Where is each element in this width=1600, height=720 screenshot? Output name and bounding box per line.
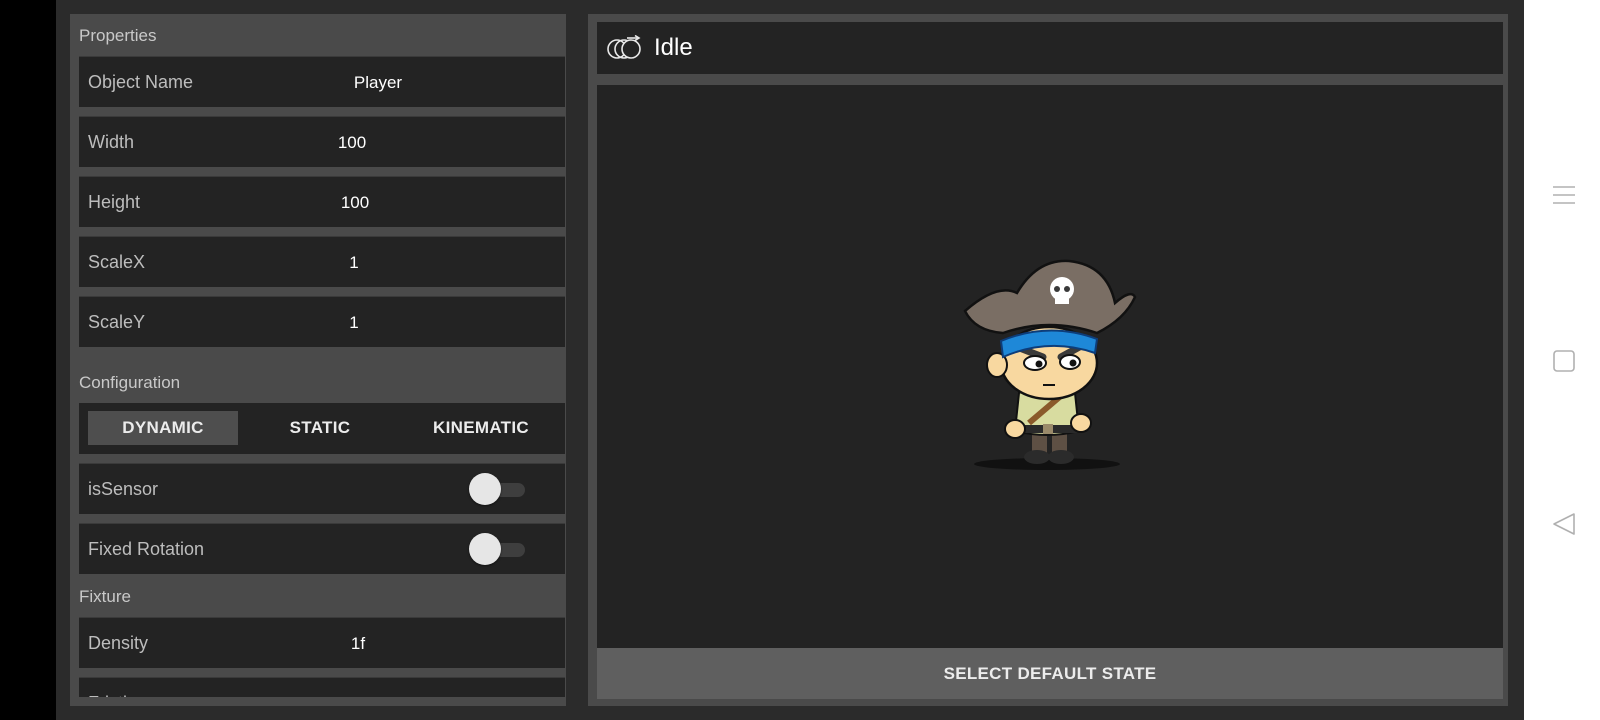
- is-sensor-row[interactable]: isSensor: [79, 463, 565, 514]
- screen-bezel: [0, 0, 56, 720]
- fixture-section-title: Fixture: [79, 587, 131, 606]
- toggle-thumb: [469, 473, 501, 505]
- friction-row[interactable]: Friction 0.2f: [79, 677, 565, 697]
- animation-state-name: Idle: [654, 34, 693, 61]
- scaley-label: ScaleY: [88, 312, 146, 332]
- fixed-rotation-toggle[interactable]: [469, 533, 525, 565]
- animation-state-header[interactable]: Idle: [597, 22, 1503, 74]
- scalex-field[interactable]: 1: [281, 237, 427, 288]
- density-label: Density: [88, 633, 149, 653]
- editor-app: Properties Object Name Player Width 100 …: [56, 0, 1524, 720]
- animation-preview: [597, 85, 1503, 648]
- object-name-label: Object Name: [88, 72, 194, 92]
- height-row[interactable]: Height 100: [79, 176, 565, 227]
- width-row[interactable]: Width 100: [79, 116, 565, 167]
- body-type-static-button[interactable]: STATIC: [245, 411, 395, 445]
- width-label: Width: [88, 132, 135, 152]
- scaley-row[interactable]: ScaleY 1: [79, 296, 565, 347]
- recents-icon[interactable]: [1552, 183, 1576, 207]
- width-field[interactable]: 100: [279, 117, 425, 168]
- properties-panel[interactable]: Properties Object Name Player Width 100 …: [70, 14, 566, 706]
- density-row[interactable]: Density 1f: [79, 617, 565, 668]
- object-name-row[interactable]: Object Name Player: [79, 56, 565, 107]
- system-navigation-bar: [1524, 0, 1600, 720]
- properties-section-title: Properties: [79, 26, 157, 45]
- body-type-dynamic-button[interactable]: DYNAMIC: [88, 411, 238, 445]
- scalex-row[interactable]: ScaleX 1: [79, 236, 565, 287]
- is-sensor-label: isSensor: [88, 479, 159, 499]
- select-default-state-button[interactable]: SELECT DEFAULT STATE: [597, 648, 1503, 699]
- pirate-character: [963, 259, 1137, 470]
- home-icon[interactable]: [1552, 349, 1576, 373]
- body-type-selector[interactable]: DYNAMIC STATIC KINEMATIC: [79, 403, 565, 454]
- animation-panel: Idle SELECT DEFAULT STATE: [588, 14, 1508, 706]
- height-label: Height: [88, 192, 141, 212]
- configuration-section-title: Configuration: [79, 373, 181, 392]
- is-sensor-toggle[interactable]: [469, 473, 525, 505]
- fixed-rotation-row[interactable]: Fixed Rotation: [79, 523, 565, 574]
- scalex-label: ScaleX: [88, 252, 146, 272]
- density-field[interactable]: 1f: [285, 618, 431, 669]
- back-icon[interactable]: [1552, 512, 1576, 536]
- toggle-thumb: [469, 533, 501, 565]
- body-type-kinematic-button[interactable]: KINEMATIC: [401, 411, 561, 445]
- friction-label: Friction: [88, 678, 147, 697]
- animation-state-icon: [607, 35, 641, 59]
- scaley-field[interactable]: 1: [281, 297, 427, 348]
- fixed-rotation-label: Fixed Rotation: [88, 539, 205, 559]
- height-field[interactable]: 100: [282, 177, 428, 228]
- friction-field[interactable]: 0.2f: [283, 678, 429, 697]
- object-name-field[interactable]: Player: [305, 57, 451, 108]
- properties-scroll-area[interactable]: Properties Object Name Player Width 100 …: [79, 14, 565, 697]
